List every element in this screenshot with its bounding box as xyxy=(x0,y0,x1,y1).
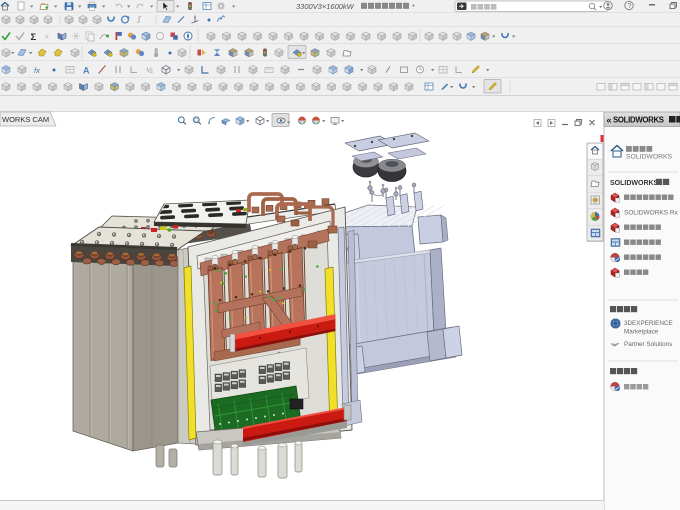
svg-text:SOLIDWORKS: SOLIDWORKS xyxy=(610,180,659,187)
svg-text:SOLIDWORKS Rx: SOLIDWORKS Rx xyxy=(624,210,679,217)
svg-text:3DEXPERIENCE: 3DEXPERIENCE xyxy=(624,320,673,327)
svg-text:fx: fx xyxy=(34,66,40,75)
svg-text:Σ: Σ xyxy=(31,32,37,43)
svg-text:SOLIDWORKS: SOLIDWORKS xyxy=(613,116,664,125)
svg-text:×: × xyxy=(45,33,50,42)
svg-text:«: « xyxy=(607,115,612,125)
svg-text:½: ½ xyxy=(147,66,154,75)
svg-text:Partner Solutions: Partner Solutions xyxy=(624,341,672,348)
svg-text:3300V3×1600kW: 3300V3×1600kW xyxy=(296,2,355,11)
svg-text:Marketplace: Marketplace xyxy=(624,329,659,336)
svg-text:*: * xyxy=(412,2,415,11)
svg-text:WORKS CAM: WORKS CAM xyxy=(2,115,49,124)
svg-text:SOLIDWORKS: SOLIDWORKS xyxy=(626,154,673,161)
svg-text:?: ? xyxy=(628,3,632,10)
svg-text:A: A xyxy=(83,66,90,76)
